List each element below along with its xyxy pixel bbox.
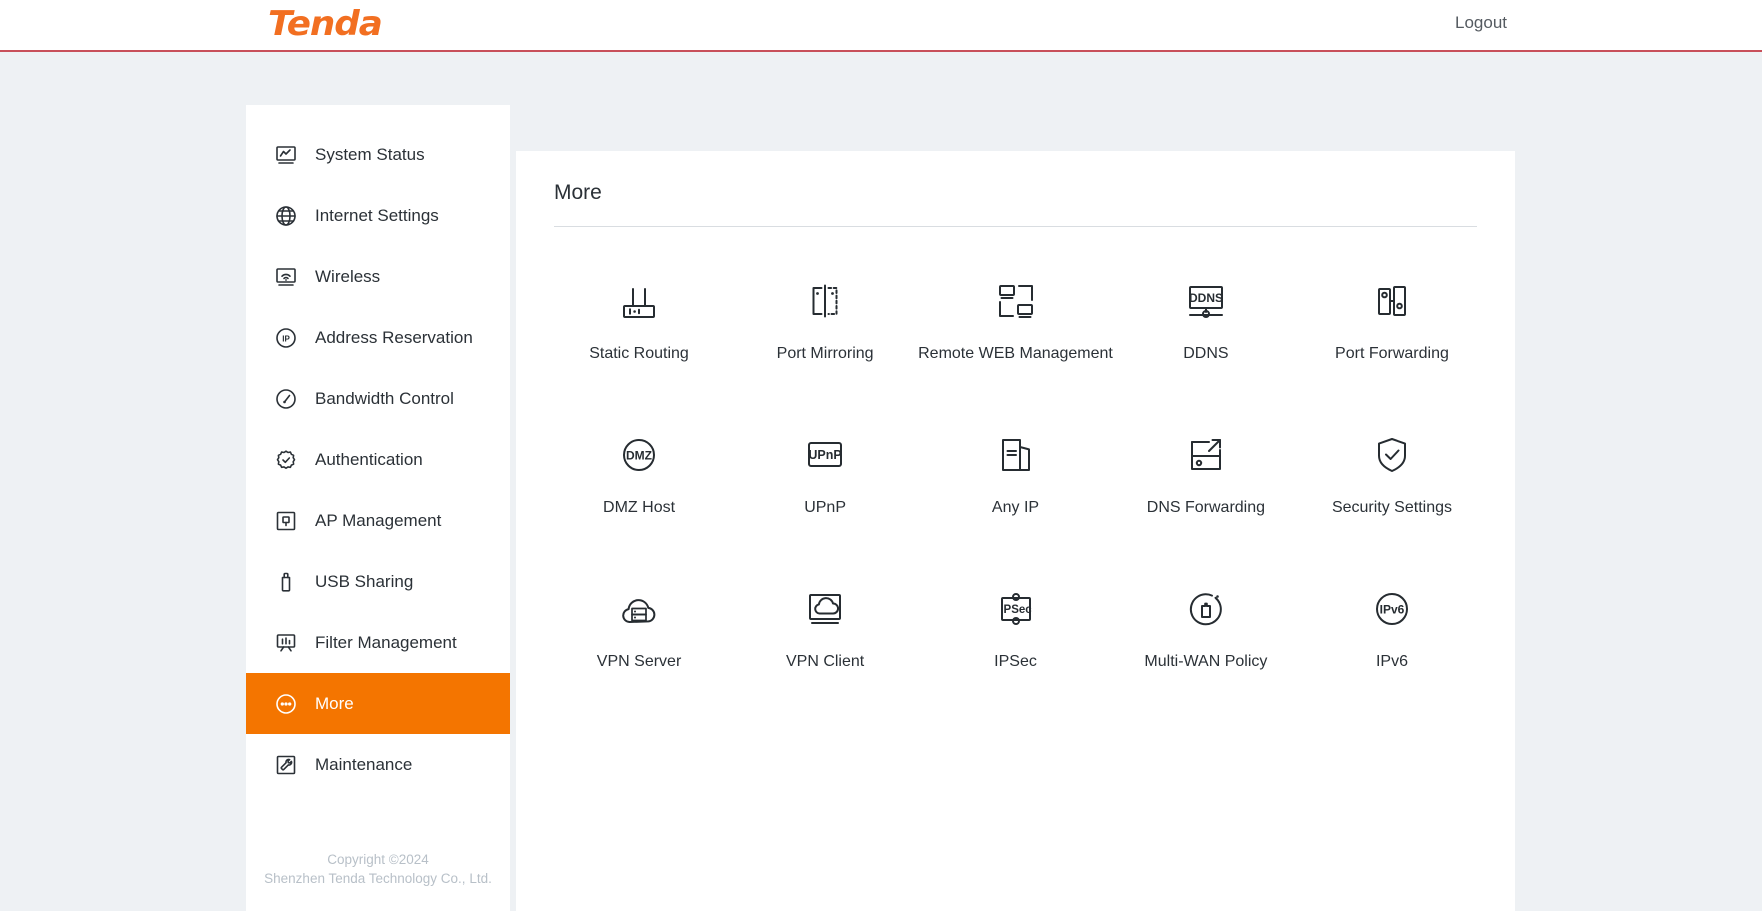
- tile-label: IPv6: [1375, 653, 1408, 670]
- tile-upnp[interactable]: UPnP UPnP: [732, 407, 918, 543]
- cloud-server-icon: [612, 579, 666, 639]
- tile-label: Security Settings: [1331, 499, 1452, 516]
- sidebar: System Status Internet Settings Wireless…: [246, 105, 510, 911]
- tile-label: VPN Server: [596, 653, 682, 670]
- tile-label: UPnP: [804, 499, 846, 516]
- sidebar-item-label: AP Management: [315, 510, 442, 530]
- tile-label: Static Routing: [589, 345, 689, 362]
- copyright-line-1: Copyright ©2024: [327, 851, 429, 867]
- more-dots-icon: [273, 691, 299, 717]
- sidebar-item-bandwidth-control[interactable]: Bandwidth Control: [246, 368, 510, 429]
- tile-remote-web-management[interactable]: Remote WEB Management: [918, 253, 1113, 389]
- tile-any-ip[interactable]: Any IP: [918, 407, 1113, 543]
- tile-label: Any IP: [991, 499, 1040, 516]
- tile-dmz-host[interactable]: DMZ DMZ Host: [546, 407, 732, 543]
- svg-text:IP: IP: [282, 334, 290, 343]
- sidebar-item-label: Address Reservation: [315, 327, 473, 347]
- sidebar-item-label: Maintenance: [315, 754, 413, 774]
- usb-drive-icon: [273, 569, 299, 595]
- port-forward-icon: [1365, 271, 1419, 331]
- tile-label: DDNS: [1183, 345, 1229, 362]
- ipv6-icon: IPv6: [1365, 579, 1419, 639]
- sidebar-item-maintenance[interactable]: Maintenance: [246, 734, 510, 795]
- svg-text:UPnP: UPnP: [808, 448, 841, 462]
- dmz-icon: DMZ: [612, 425, 666, 485]
- sidebar-item-label: System Status: [315, 144, 425, 164]
- tile-label: Port Forwarding: [1335, 345, 1449, 362]
- content-card: More Static Routing Port Mirroring Remot…: [516, 151, 1515, 911]
- sidebar-item-label: More: [315, 693, 354, 713]
- tile-ipv6[interactable]: IPv6 IPv6: [1299, 561, 1485, 697]
- tile-vpn-client[interactable]: VPN Client: [732, 561, 918, 697]
- bar-chart-board-icon: [273, 630, 299, 656]
- sidebar-item-wireless[interactable]: Wireless: [246, 246, 510, 307]
- tile-label: IPSec: [994, 653, 1037, 670]
- ddns-icon: DDNS: [1179, 271, 1233, 331]
- gauge-icon: [273, 386, 299, 412]
- sidebar-item-filter-management[interactable]: Filter Management: [246, 612, 510, 673]
- cloud-monitor-icon: [798, 579, 852, 639]
- router-icon: [612, 271, 666, 331]
- remote-web-icon: [989, 271, 1043, 331]
- globe-icon: [273, 203, 299, 229]
- sidebar-item-system-status[interactable]: System Status: [246, 124, 510, 185]
- sidebar-item-label: Filter Management: [315, 632, 457, 652]
- sidebar-item-label: Internet Settings: [315, 205, 439, 225]
- ipsec-icon: IPSec: [989, 579, 1043, 639]
- wrench-square-icon: [273, 752, 299, 778]
- svg-text:DMZ: DMZ: [626, 449, 652, 463]
- sidebar-item-address-reservation[interactable]: IP Address Reservation: [246, 307, 510, 368]
- svg-text:DDNS: DDNS: [1189, 291, 1223, 305]
- sidebar-item-label: USB Sharing: [315, 571, 414, 591]
- tile-multi-wan-policy[interactable]: Multi-WAN Policy: [1113, 561, 1299, 697]
- tile-port-forwarding[interactable]: Port Forwarding: [1299, 253, 1485, 389]
- sidebar-item-label: Wireless: [315, 266, 381, 286]
- sidebar-item-label: Bandwidth Control: [315, 388, 454, 408]
- svg-text:IPv6: IPv6: [1380, 603, 1405, 617]
- upnp-icon: UPnP: [798, 425, 852, 485]
- tile-label: Remote WEB Management: [918, 345, 1113, 362]
- tile-ipsec[interactable]: IPSec IPSec: [918, 561, 1113, 697]
- any-ip-icon: [989, 425, 1043, 485]
- page-title: More: [554, 181, 602, 204]
- tile-vpn-server[interactable]: VPN Server: [546, 561, 732, 697]
- ip-circle-icon: IP: [273, 325, 299, 351]
- sidebar-item-ap-management[interactable]: AP Management: [246, 490, 510, 551]
- tile-label: DNS Forwarding: [1146, 499, 1266, 516]
- wifi-monitor-icon: [273, 264, 299, 290]
- shield-check-icon: [1365, 425, 1419, 485]
- tile-dns-forwarding[interactable]: DNS Forwarding: [1113, 407, 1299, 543]
- sidebar-item-label: Authentication: [315, 449, 423, 469]
- multi-wan-icon: [1179, 579, 1233, 639]
- monitor-chart-icon: [273, 142, 299, 168]
- sidebar-item-internet-settings[interactable]: Internet Settings: [246, 185, 510, 246]
- copyright: Copyright ©2024 Shenzhen Tenda Technolog…: [246, 850, 510, 911]
- logout-button[interactable]: Logout: [1455, 13, 1507, 33]
- tile-label: DMZ Host: [603, 499, 676, 516]
- badge-check-icon: [273, 447, 299, 473]
- app-header: Tenda Logout: [0, 0, 1762, 52]
- tile-security-settings[interactable]: Security Settings: [1299, 407, 1485, 543]
- tenda-logo: Tenda: [268, 4, 383, 44]
- svg-text:IPSec: IPSec: [1000, 604, 1032, 616]
- tile-port-mirroring[interactable]: Port Mirroring: [732, 253, 918, 389]
- ap-square-icon: [273, 508, 299, 534]
- tile-label: Port Mirroring: [776, 345, 874, 362]
- sidebar-nav: System Status Internet Settings Wireless…: [246, 105, 510, 795]
- sidebar-item-authentication[interactable]: Authentication: [246, 429, 510, 490]
- sidebar-item-usb-sharing[interactable]: USB Sharing: [246, 551, 510, 612]
- feature-grid: Static Routing Port Mirroring Remote WEB…: [516, 227, 1515, 697]
- port-mirror-icon: [798, 271, 852, 331]
- page-body: System Status Internet Settings Wireless…: [0, 52, 1762, 911]
- tile-ddns[interactable]: DDNS DDNS: [1113, 253, 1299, 389]
- sidebar-item-more[interactable]: More: [246, 673, 510, 734]
- tile-label: Multi-WAN Policy: [1144, 653, 1268, 670]
- dns-forwarding-icon: [1179, 425, 1233, 485]
- tile-label: VPN Client: [785, 653, 865, 670]
- tile-static-routing[interactable]: Static Routing: [546, 253, 732, 389]
- copyright-line-2: Shenzhen Tenda Technology Co., Ltd.: [264, 871, 492, 887]
